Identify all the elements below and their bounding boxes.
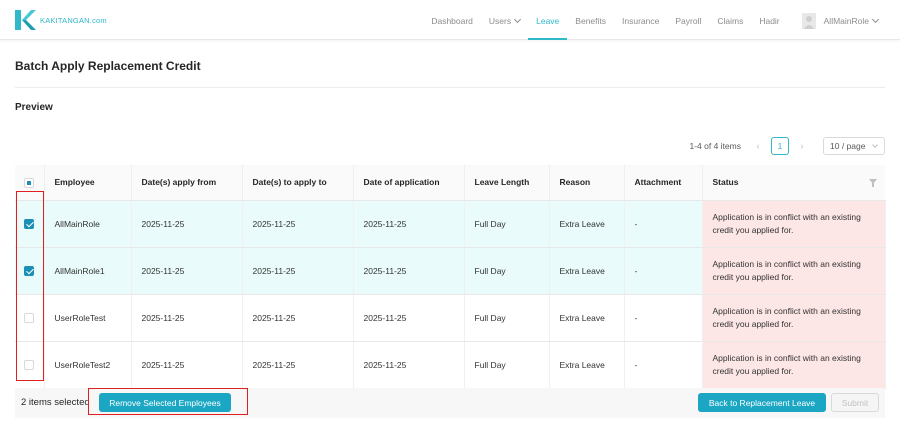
back-to-replacement-leave-button[interactable]: Back to Replacement Leave: [698, 393, 826, 412]
cell-status: Application is in conflict with an exist…: [702, 341, 886, 389]
annotation-box-checkboxes: [16, 191, 44, 381]
cell-attachment: -: [624, 294, 703, 342]
nav-label: Payroll: [675, 16, 702, 26]
cell-date-to: 2025-11-25: [242, 341, 354, 389]
nav-item-dashboard[interactable]: Dashboard: [431, 0, 473, 40]
cell-employee: AllMainRole: [44, 200, 132, 248]
nav-item-claims[interactable]: Claims: [717, 0, 743, 40]
column-header[interactable]: Reason: [549, 165, 625, 201]
cell-date-from: 2025-11-25: [131, 294, 243, 342]
cell-date-applied: 2025-11-25: [353, 247, 465, 295]
user-name: AllMainRole: [823, 16, 869, 26]
table-row[interactable]: AllMainRole 2025-11-25 2025-11-25 2025-1…: [15, 200, 886, 248]
pagination-total: 1-4 of 4 items: [689, 141, 742, 151]
nav-item-payroll[interactable]: Payroll: [675, 0, 701, 40]
user-menu[interactable]: AllMainRole: [801, 0, 880, 40]
preview-table: Employee Date(s) apply from Date(s) to a…: [15, 165, 886, 389]
chevron-down-icon: [872, 142, 878, 148]
nav-item-users[interactable]: Users: [488, 0, 522, 40]
nav-item-leave[interactable]: Leave: [528, 0, 568, 40]
cell-date-to: 2025-11-25: [242, 294, 354, 342]
nav-label: Dashboard: [431, 16, 473, 26]
submit-button[interactable]: Submit: [831, 393, 879, 412]
column-header[interactable]: Date(s) apply from: [131, 165, 243, 201]
cell-reason: Extra Leave: [549, 294, 625, 342]
cell-employee: UserRoleTest: [44, 294, 132, 342]
cell-reason: Extra Leave: [549, 200, 625, 248]
cell-status: Application is in conflict with an exist…: [702, 294, 886, 342]
cell-employee: UserRoleTest2: [44, 341, 132, 389]
nav-label: Insurance: [622, 16, 660, 26]
cell-attachment: -: [624, 341, 703, 389]
column-header[interactable]: Employee: [44, 165, 132, 201]
user-avatar-icon: [801, 12, 816, 29]
table-row[interactable]: UserRoleTest2 2025-11-25 2025-11-25 2025…: [15, 341, 886, 389]
nav-item-benefits[interactable]: Benefits: [575, 0, 606, 40]
filter-icon[interactable]: [869, 179, 877, 187]
divider: [15, 87, 885, 88]
chevron-down-icon: [871, 15, 880, 24]
cell-leave-length: Full Day: [464, 200, 550, 248]
column-header-label: Status: [712, 177, 739, 188]
next-page-icon[interactable]: ›: [793, 137, 811, 155]
cell-employee: AllMainRole1: [44, 247, 132, 295]
table-header-row: Employee Date(s) apply from Date(s) to a…: [15, 165, 885, 201]
cell-status: Application is in conflict with an exist…: [702, 200, 886, 248]
nav-label: Leave: [536, 16, 560, 26]
cell-date-to: 2025-11-25: [242, 247, 354, 295]
cell-date-applied: 2025-11-25: [353, 294, 465, 342]
cell-date-to: 2025-11-25: [242, 200, 354, 248]
chevron-down-icon: [514, 15, 522, 24]
table-row[interactable]: AllMainRole1 2025-11-25 2025-11-25 2025-…: [15, 247, 886, 295]
page-size-select[interactable]: 10 / page: [823, 137, 885, 155]
top-navigation-bar: KAKITANGAN.com Dashboard Users Leave Ben…: [0, 0, 900, 40]
section-title-preview: Preview: [15, 102, 53, 113]
selected-count-text: 2 items selected: [21, 397, 90, 408]
cell-attachment: -: [624, 200, 703, 248]
kakitangan-logo-icon: [15, 10, 36, 30]
pagination: 1-4 of 4 items ‹ 1 › 10 / page: [689, 137, 885, 155]
column-header[interactable]: Attachment: [624, 165, 703, 201]
annotation-box-remove-button: [88, 388, 248, 415]
column-header[interactable]: Date of application: [353, 165, 465, 201]
page-size-value: 10 / page: [830, 141, 866, 151]
cell-leave-length: Full Day: [464, 294, 550, 342]
cell-leave-length: Full Day: [464, 341, 550, 389]
cell-date-applied: 2025-11-25: [353, 341, 465, 389]
page-number-current[interactable]: 1: [771, 137, 789, 155]
column-header-status[interactable]: Status: [702, 165, 885, 201]
brand-name: KAKITANGAN.com: [40, 15, 107, 25]
nav-item-hadir[interactable]: Hadir: [759, 0, 779, 40]
cell-date-applied: 2025-11-25: [353, 200, 465, 248]
cell-date-from: 2025-11-25: [131, 341, 243, 389]
cell-leave-length: Full Day: [464, 247, 550, 295]
cell-reason: Extra Leave: [549, 341, 625, 389]
cell-reason: Extra Leave: [549, 247, 625, 295]
cell-status: Application is in conflict with an exist…: [702, 247, 886, 295]
select-all-checkbox[interactable]: [24, 177, 34, 188]
cell-attachment: -: [624, 247, 703, 295]
nav-label: Users: [488, 16, 512, 26]
prev-page-icon[interactable]: ‹: [749, 137, 767, 155]
cell-date-from: 2025-11-25: [131, 247, 243, 295]
column-header[interactable]: Leave Length: [464, 165, 550, 201]
table-row[interactable]: UserRoleTest 2025-11-25 2025-11-25 2025-…: [15, 294, 886, 342]
nav-item-insurance[interactable]: Insurance: [622, 0, 659, 40]
brand-logo[interactable]: KAKITANGAN.com: [14, 9, 107, 31]
cell-date-from: 2025-11-25: [131, 200, 243, 248]
nav-label: Hadir: [759, 16, 780, 26]
main-nav: Dashboard Users Leave Benefits Insurance…: [415, 0, 880, 40]
column-header[interactable]: Date(s) to apply to: [242, 165, 354, 201]
page-title: Batch Apply Replacement Credit: [15, 59, 201, 73]
nav-label: Benefits: [575, 16, 607, 26]
nav-label: Claims: [717, 16, 744, 26]
